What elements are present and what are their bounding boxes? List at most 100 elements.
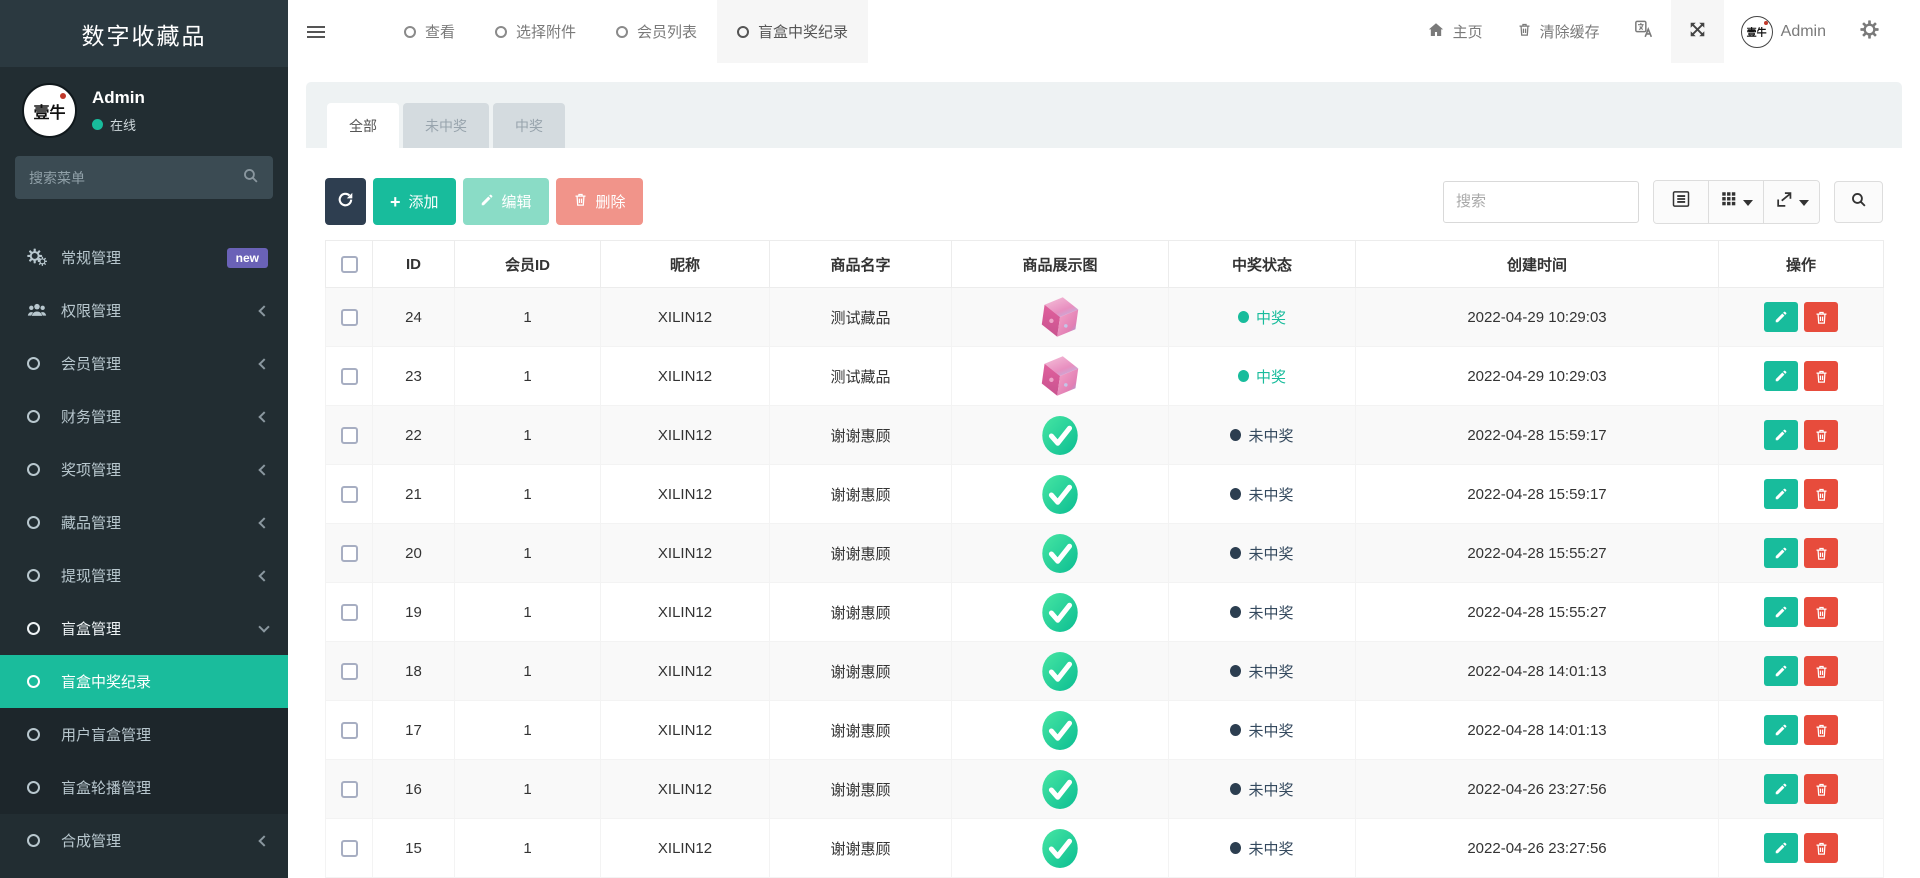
nav-tab[interactable]: 查看 — [384, 0, 475, 63]
pencil-icon — [480, 193, 494, 211]
nickname-cell: XILIN12 — [601, 406, 770, 465]
product-name-cell: 谢谢惠顾 — [770, 642, 952, 701]
sidebar-item[interactable]: 提现管理 — [0, 549, 288, 602]
status-cell: 未中奖 — [1169, 524, 1356, 583]
columns-button[interactable] — [1709, 181, 1764, 223]
row-delete-button[interactable] — [1804, 774, 1838, 804]
row-delete-button[interactable] — [1804, 302, 1838, 332]
sidebar-item-label: 用户盲盒管理 — [61, 724, 151, 745]
row-checkbox[interactable] — [341, 368, 358, 385]
row-checkbox[interactable] — [341, 604, 358, 621]
row-delete-button[interactable] — [1804, 361, 1838, 391]
actions-cell — [1719, 583, 1884, 642]
table-row: 211XILIN12谢谢惠顾未中奖2022-04-28 15:59:17 — [326, 465, 1884, 524]
sidebar-item[interactable]: 合成管理 — [0, 814, 288, 867]
row-edit-button[interactable] — [1764, 538, 1798, 568]
row-checkbox[interactable] — [341, 545, 358, 562]
id-cell: 23 — [373, 347, 455, 406]
toggle-view-button[interactable] — [1654, 181, 1709, 223]
row-edit-button[interactable] — [1764, 361, 1798, 391]
sidebar-item[interactable]: 权限管理 — [0, 284, 288, 337]
settings-button[interactable] — [1843, 0, 1896, 63]
search-icon[interactable] — [242, 167, 259, 189]
chevron-down-icon — [258, 621, 269, 632]
table-row: 241XILIN12测试藏品中奖2022-04-29 10:29:03 — [326, 288, 1884, 347]
trash-icon — [1517, 22, 1532, 41]
nickname-cell: XILIN12 — [601, 583, 770, 642]
sidebar-item-label: 合成管理 — [61, 830, 121, 851]
prize-cube-image — [1039, 294, 1081, 340]
row-delete-button[interactable] — [1804, 538, 1838, 568]
sidebar-item[interactable]: 盲盒管理 — [0, 602, 288, 655]
sidebar-item[interactable]: 盲盒轮播管理 — [0, 761, 288, 814]
id-cell: 24 — [373, 288, 455, 347]
sidebar-item[interactable]: 常规管理new — [0, 231, 288, 284]
row-edit-button[interactable] — [1764, 479, 1798, 509]
status-cell: 中奖 — [1169, 347, 1356, 406]
sidebar-item[interactable]: 会员管理 — [0, 337, 288, 390]
sidebar-item[interactable]: 用户盲盒管理 — [0, 708, 288, 761]
row-checkbox[interactable] — [341, 663, 358, 680]
add-button[interactable]: + 添加 — [373, 178, 456, 225]
row-edit-button[interactable] — [1764, 597, 1798, 627]
row-checkbox[interactable] — [341, 486, 358, 503]
main-content: 全部未中奖中奖 + 添加 编辑 删除 — [288, 63, 1920, 878]
row-checkbox[interactable] — [341, 427, 358, 444]
actions-cell — [1719, 347, 1884, 406]
filter-tab[interactable]: 未中奖 — [403, 103, 489, 148]
content-panel: 全部未中奖中奖 + 添加 编辑 删除 — [306, 82, 1902, 878]
translate-button[interactable] — [1617, 0, 1671, 63]
row-edit-button[interactable] — [1764, 774, 1798, 804]
filter-tab[interactable]: 全部 — [327, 103, 399, 148]
table-search-input[interactable] — [1443, 181, 1639, 223]
export-button[interactable] — [1764, 181, 1819, 223]
table-wrap: ID会员ID昵称商品名字商品展示图中奖状态创建时间操作 241XILIN12测试… — [325, 240, 1883, 878]
checkbox-cell — [326, 701, 373, 760]
row-edit-button[interactable] — [1764, 833, 1798, 863]
chevron-left-icon — [258, 570, 269, 581]
created-time-cell: 2022-04-28 14:01:13 — [1356, 701, 1719, 760]
product-image-cell — [952, 347, 1169, 406]
delete-button[interactable]: 删除 — [556, 178, 643, 225]
sidebar-item[interactable]: 财务管理 — [0, 390, 288, 443]
sidebar-item[interactable]: 奖项管理 — [0, 443, 288, 496]
sidebar-item[interactable]: 藏品管理 — [0, 496, 288, 549]
row-edit-button[interactable] — [1764, 420, 1798, 450]
fullscreen-button[interactable] — [1671, 0, 1724, 63]
menu-search-input[interactable] — [29, 170, 242, 186]
row-checkbox[interactable] — [341, 722, 358, 739]
row-checkbox[interactable] — [341, 781, 358, 798]
filter-tab[interactable]: 中奖 — [493, 103, 565, 148]
row-edit-button[interactable] — [1764, 302, 1798, 332]
circle-icon — [27, 834, 61, 847]
circle-icon — [737, 26, 749, 38]
nav-tab[interactable]: 选择附件 — [475, 0, 596, 63]
nav-tab[interactable]: 盲盒中奖纪录 — [717, 0, 868, 63]
sidebar-item-label: 奖项管理 — [61, 459, 121, 480]
row-delete-button[interactable] — [1804, 597, 1838, 627]
nickname-cell: XILIN12 — [601, 642, 770, 701]
hamburger-menu-icon[interactable] — [288, 0, 344, 63]
admin-menu[interactable]: 壹牛 Admin — [1724, 0, 1843, 63]
nickname-cell: XILIN12 — [601, 524, 770, 583]
edit-button[interactable]: 编辑 — [463, 178, 549, 225]
home-link[interactable]: 主页 — [1410, 0, 1500, 63]
nav-tab[interactable]: 会员列表 — [596, 0, 717, 63]
avatar-text: 壹牛 — [33, 99, 65, 123]
clear-cache-link[interactable]: 清除缓存 — [1500, 0, 1617, 63]
row-checkbox[interactable] — [341, 840, 358, 857]
table-row: 161XILIN12谢谢惠顾未中奖2022-04-26 23:27:56 — [326, 760, 1884, 819]
search-submit-button[interactable] — [1834, 181, 1883, 223]
row-delete-button[interactable] — [1804, 715, 1838, 745]
row-edit-button[interactable] — [1764, 715, 1798, 745]
row-delete-button[interactable] — [1804, 656, 1838, 686]
user-status: 在线 — [92, 115, 145, 134]
row-delete-button[interactable] — [1804, 420, 1838, 450]
row-delete-button[interactable] — [1804, 479, 1838, 509]
sidebar-item[interactable]: 盲盒中奖纪录 — [0, 655, 288, 708]
row-checkbox[interactable] — [341, 309, 358, 326]
refresh-button[interactable] — [325, 178, 366, 225]
row-delete-button[interactable] — [1804, 833, 1838, 863]
select-all-checkbox[interactable] — [341, 256, 358, 273]
row-edit-button[interactable] — [1764, 656, 1798, 686]
